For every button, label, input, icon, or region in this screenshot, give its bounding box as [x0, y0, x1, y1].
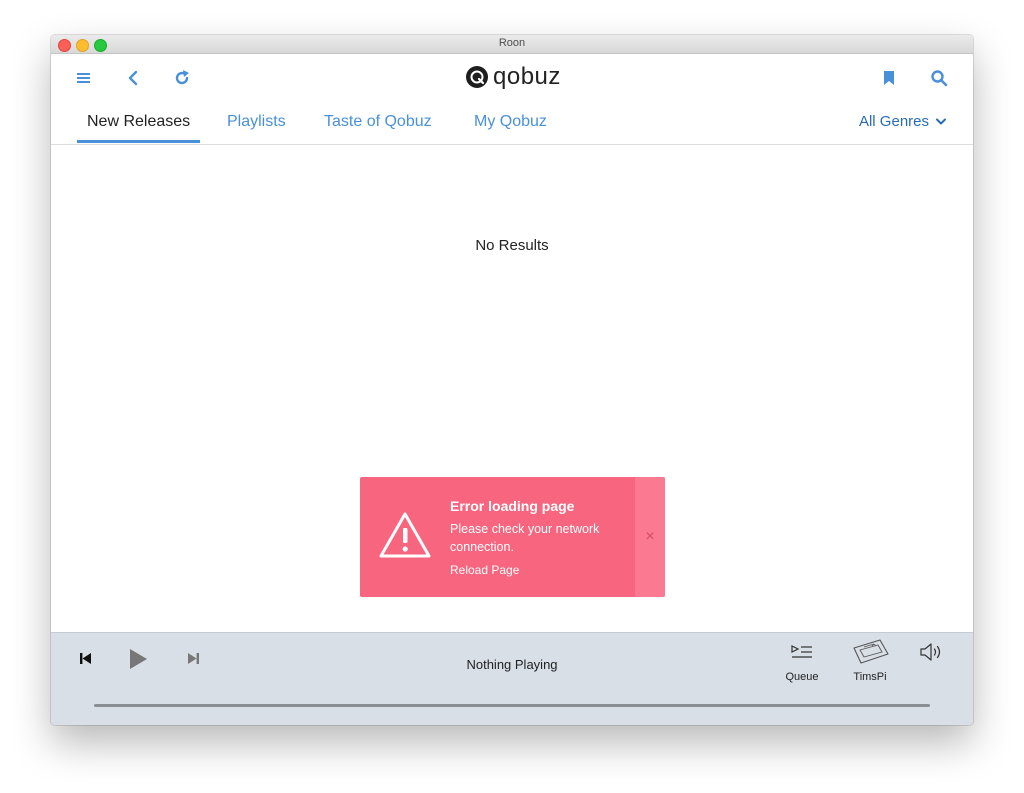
tab-playlists[interactable]: Playlists: [227, 101, 286, 143]
queue-button[interactable]: [791, 643, 813, 661]
warning-icon: [378, 511, 432, 564]
error-message: Please check your network connection.: [450, 522, 600, 554]
qobuz-logo-text: qobuz: [493, 63, 561, 90]
back-icon[interactable]: [122, 67, 144, 89]
title-bar: Roon: [51, 35, 973, 54]
toast-close-button[interactable]: ×: [635, 477, 665, 597]
now-playing-text: Nothing Playing: [466, 657, 558, 672]
no-results-message: No Results: [475, 237, 549, 254]
tabs-divider: [51, 144, 973, 145]
refresh-icon[interactable]: [171, 67, 193, 89]
qobuz-logo: qobuz: [464, 62, 561, 92]
queue-label: Queue: [785, 671, 819, 683]
bookmark-icon[interactable]: [878, 67, 900, 89]
player-bar: Nothing Playing Queue TimsPi: [51, 632, 973, 725]
app-window: Roon qobuz New Releases Playlists Taste …: [51, 35, 973, 725]
volume-button[interactable]: [919, 641, 945, 663]
active-tab-indicator: [77, 140, 200, 143]
tab-taste-of-qobuz[interactable]: Taste of Qobuz: [324, 101, 432, 143]
reload-page-link[interactable]: Reload Page: [450, 563, 519, 577]
tab-new-releases[interactable]: New Releases: [87, 101, 190, 143]
qobuz-logo-icon: [466, 66, 488, 88]
tab-my-qobuz[interactable]: My Qobuz: [474, 101, 547, 143]
chevron-down-icon: [936, 118, 946, 125]
playback-progress-bar[interactable]: [94, 704, 930, 707]
search-icon[interactable]: [928, 67, 950, 89]
window-title: Roon: [498, 37, 526, 49]
queue-icon: [791, 645, 812, 658]
zone-button[interactable]: [850, 638, 890, 666]
genre-filter-label: All Genres: [858, 113, 929, 130]
close-icon: ×: [645, 528, 655, 545]
zone-device-icon: [853, 639, 889, 664]
error-toast: Error loading page Please check your net…: [360, 477, 665, 597]
genre-filter-dropdown[interactable]: All Genres: [859, 101, 947, 143]
zone-label: TimsPi: [853, 671, 887, 683]
volume-icon: [920, 643, 941, 661]
menu-icon[interactable]: [73, 67, 95, 89]
error-title: Error loading page: [450, 498, 575, 514]
